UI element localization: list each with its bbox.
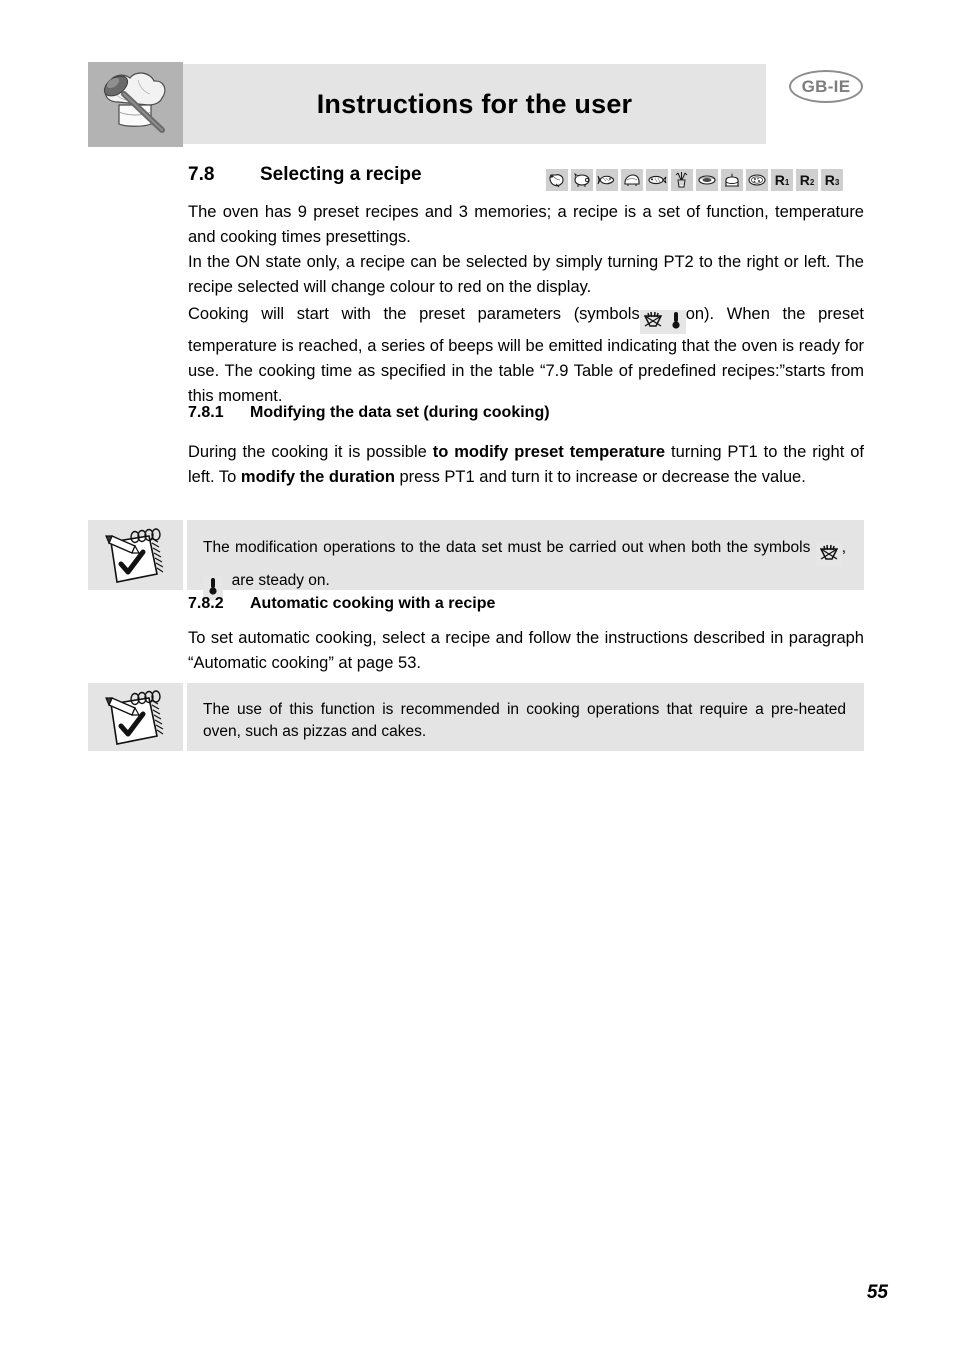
paragraph-7-8-2-body: To set automatic cooking, select a recip… <box>188 629 864 672</box>
thermometer-symbol-icon <box>665 309 686 334</box>
paragraph-7-8-1-bold2: modify the duration <box>240 468 395 486</box>
section-number-7-8-2: 7.8.2 <box>188 595 224 612</box>
chef-hat-spoon-icon <box>88 62 183 147</box>
cooking-pan-symbol-icon <box>639 309 666 334</box>
section-heading-7-8-2: 7.8.2 Automatic cooking with a recipe <box>188 595 864 613</box>
note-box-1: The modification operations to the data … <box>88 520 864 600</box>
page-title: Instructions for the user <box>316 88 633 119</box>
bread-loaf-icon <box>696 169 718 191</box>
paragraph-7-8-1-bold1: to modify preset temperature <box>432 443 666 461</box>
language-badge-label: GB-IE <box>801 76 851 96</box>
page-number: 55 <box>866 1282 888 1303</box>
section-title-7-8-1: Modifying the data set (during cooking) <box>250 404 550 421</box>
cooking-pan-symbol-icon <box>815 542 842 567</box>
poultry-chicken-icon <box>546 169 568 191</box>
paragraph-7-8-1-part1: During the cooking it is possible <box>188 443 433 461</box>
memory-r3-sub: 3 <box>834 178 840 187</box>
paragraph-7-8-1: The oven has 9 preset recipes and 3 memo… <box>188 203 864 246</box>
fish-icon <box>596 169 618 191</box>
memory-r3-label: R <box>824 172 835 188</box>
whole-fish-icon <box>646 169 668 191</box>
roast-meat-icon <box>621 169 643 191</box>
section-number-7-8: 7.8 <box>188 164 215 185</box>
section-title-7-8: Selecting a recipe <box>260 164 422 185</box>
memory-r1-icon: R1 <box>771 169 793 191</box>
vegetables-icon <box>671 169 693 191</box>
note-box-2: The use of this function is recommended … <box>88 683 864 751</box>
paragraph-7-8-3-part1: Cooking will start with the preset param… <box>188 305 640 323</box>
pork-pig-icon <box>571 169 593 191</box>
language-badge: GB-IE <box>789 70 863 103</box>
notepad-checkmark-icon <box>88 683 183 751</box>
paragraph-7-8-1-body: During the cooking it is possible to mod… <box>188 440 864 490</box>
memory-r2-icon: R2 <box>796 169 818 191</box>
notepad-checkmark-icon <box>88 520 183 590</box>
memory-r1-label: R <box>774 172 785 188</box>
note-1-text: The modification operations to the data … <box>187 520 864 600</box>
paragraph-7-8-2: In the ON state only, a recipe can be se… <box>188 253 864 296</box>
memory-r2-sub: 2 <box>809 178 815 187</box>
memory-r3-icon: R3 <box>821 169 843 191</box>
paragraph-7-8-1-part3: press PT1 and turn it to increase or dec… <box>394 468 806 486</box>
paragraph-7-8-3: Cooking will start with the preset param… <box>188 302 864 409</box>
pizza-icon <box>746 169 768 191</box>
note-1-separator: , <box>841 539 847 556</box>
recipe-symbol-strip: R1 R2 R3 <box>546 169 843 191</box>
header-banner: Instructions for the user <box>183 64 766 144</box>
section-heading-7-8-1: 7.8.1 Modifying the data set (during coo… <box>188 404 864 422</box>
note-2-text: The use of this function is recommended … <box>187 683 864 751</box>
memory-r2-label: R <box>799 172 810 188</box>
cake-icon <box>721 169 743 191</box>
section-title-7-8-2: Automatic cooking with a recipe <box>250 595 496 612</box>
page-header: Instructions for the user GB-IE <box>0 0 954 150</box>
section-number-7-8-1: 7.8.1 <box>188 404 224 421</box>
note-1-part1: The modification operations to the data … <box>203 539 811 556</box>
memory-r1-sub: 1 <box>784 178 790 187</box>
note-1-part2: are steady on. <box>231 571 330 589</box>
